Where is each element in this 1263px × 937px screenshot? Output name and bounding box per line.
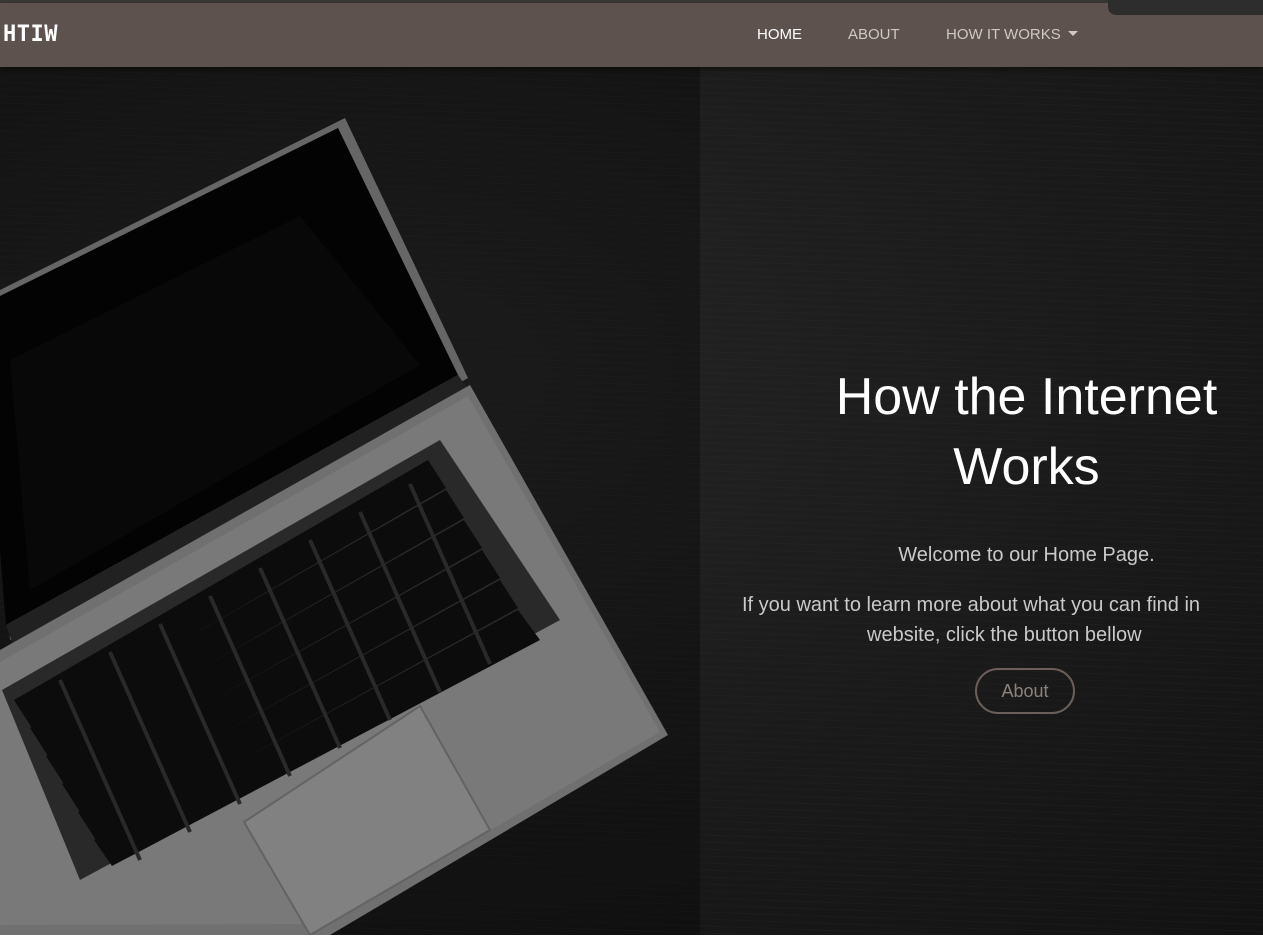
hero-description-line-1: If you want to learn more about what you… xyxy=(742,594,1201,616)
hero-description-line-2: website, click the button bellow xyxy=(867,624,1142,646)
navbar: HTIW HOME ABOUT HOW IT WORKS xyxy=(0,3,1263,67)
browser-overlay-tab xyxy=(1108,0,1263,15)
caret-down-icon xyxy=(1067,30,1078,36)
brand-logo[interactable]: HTIW xyxy=(3,22,58,47)
page: HTIW HOME ABOUT HOW IT WORKS How the Int… xyxy=(0,0,1263,937)
laptop-image xyxy=(0,0,700,937)
hero-description: If you want to learn more about what you… xyxy=(742,590,1263,650)
nav-home-link[interactable]: HOME xyxy=(757,26,802,43)
nav-how-it-works-label: HOW IT WORKS xyxy=(946,26,1061,43)
nav-about-link[interactable]: ABOUT xyxy=(848,26,900,43)
nav-how-it-works-dropdown[interactable]: HOW IT WORKS xyxy=(946,26,1078,43)
hero-title: How the Internet Works xyxy=(835,368,1218,496)
about-button[interactable]: About xyxy=(975,668,1075,714)
hero-welcome-text: Welcome to our Home Page. xyxy=(898,544,1155,566)
